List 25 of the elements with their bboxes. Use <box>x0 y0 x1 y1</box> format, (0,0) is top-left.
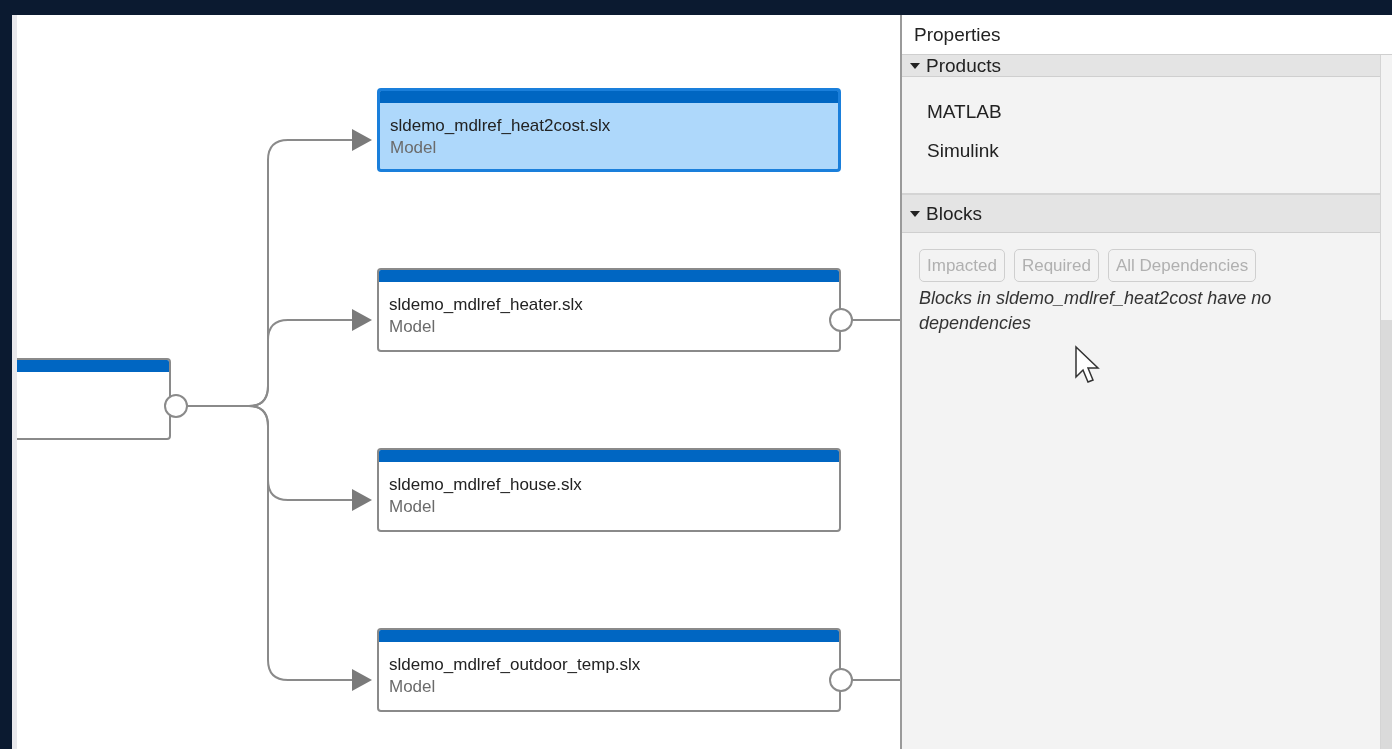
node-type: Model <box>389 496 437 518</box>
caret-down-icon <box>910 61 920 70</box>
scrollbar[interactable] <box>1380 55 1392 749</box>
node-type: Model <box>390 137 438 159</box>
node-title: sldemo_mdlref_heat2cost.slx <box>390 115 612 137</box>
panel-title: Properties <box>914 22 1001 47</box>
caret-down-icon <box>910 209 920 218</box>
no-dependencies-message: Blocks in sldemo_mdlref_heat2cost have no dependencies <box>919 287 1273 335</box>
node-type: Model <box>389 316 437 338</box>
product-name: MATLAB <box>927 100 1003 124</box>
node-title: sldemo_mdlref_house.slx <box>389 474 583 496</box>
model-node[interactable]: sldemo_mdlref_outdoor_temp.slx Model <box>377 628 841 712</box>
model-node[interactable]: sldemo_mdlref_heater.slx Model <box>377 268 841 352</box>
section-title: Products <box>926 55 1001 76</box>
section-header[interactable]: Blocks <box>902 195 1380 233</box>
node-title: sldemo_mdlref_heater.slx <box>389 294 584 316</box>
section-title: Blocks <box>926 203 982 224</box>
model-node[interactable]: sldemo_mdlref_heat2cost.slx Model <box>377 88 841 172</box>
product-name: Simulink <box>927 139 1000 163</box>
section-header[interactable]: Products <box>902 55 1380 77</box>
mouse-pointer-icon <box>1074 345 1102 385</box>
root-node[interactable] <box>17 358 171 440</box>
node-type: Model <box>389 676 437 698</box>
node-title: sldemo_mdlref_outdoor_temp.slx <box>389 654 642 676</box>
model-node[interactable]: sldemo_mdlref_house.slx Model <box>377 448 841 532</box>
